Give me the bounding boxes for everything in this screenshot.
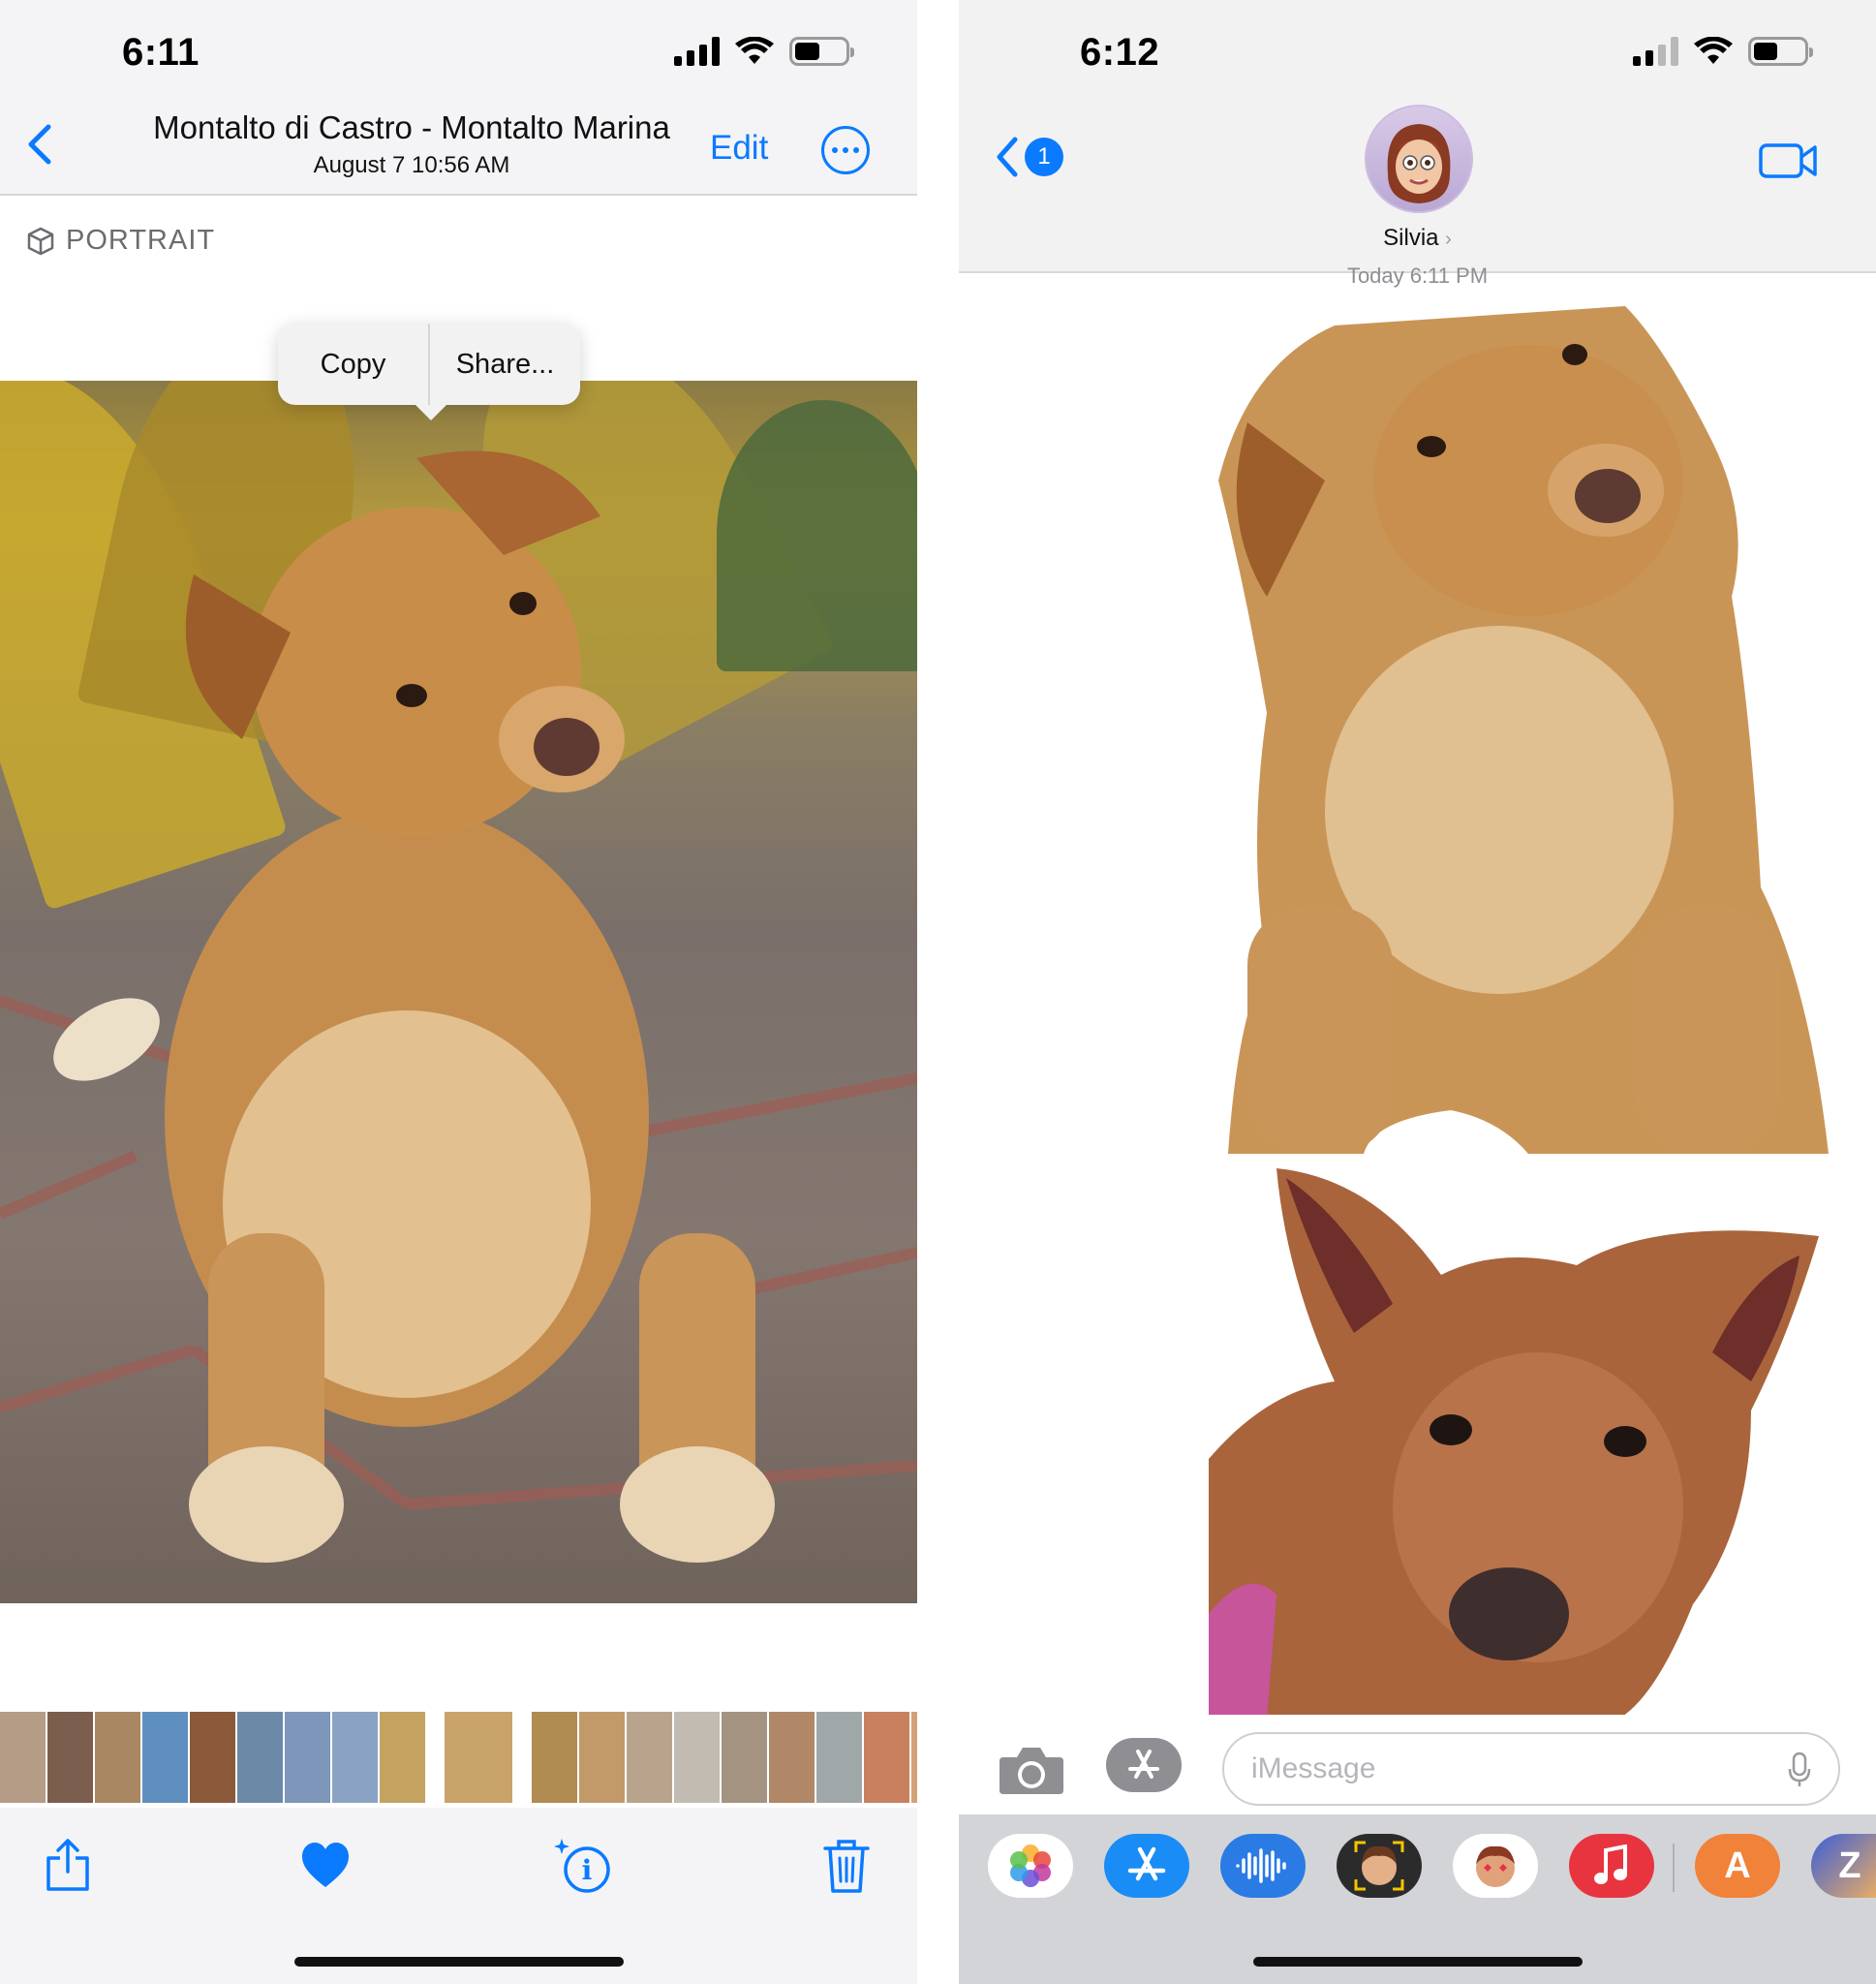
thumbnail[interactable] bbox=[627, 1712, 672, 1803]
dog-sticker-message-2[interactable] bbox=[1209, 1159, 1829, 1720]
thumbnail[interactable] bbox=[864, 1712, 909, 1803]
audio-message-icon[interactable] bbox=[1220, 1834, 1306, 1898]
cellular-signal-icon bbox=[674, 37, 720, 66]
memoji-stickers-icon[interactable] bbox=[1453, 1834, 1538, 1898]
photos-toolbar: i bbox=[0, 1808, 917, 1984]
photo-location: Montalto di Castro - Montalto Marina bbox=[153, 109, 670, 145]
message-composer bbox=[959, 1715, 1876, 1821]
messages-nav-bar: 6:12 1 Silvia › bbox=[959, 0, 1876, 273]
edit-button[interactable]: Edit bbox=[710, 129, 768, 168]
message-timestamp: Today 6:11 PM bbox=[1346, 264, 1489, 288]
music-app-icon[interactable] bbox=[1569, 1834, 1654, 1898]
photo-date: August 7 10:56 AM bbox=[313, 152, 510, 178]
home-indicator[interactable] bbox=[1252, 1957, 1583, 1967]
trash-icon[interactable] bbox=[819, 1837, 874, 1895]
thumbnail-selected[interactable] bbox=[445, 1712, 512, 1803]
back-button[interactable]: 1 bbox=[994, 136, 1063, 178]
share-icon[interactable] bbox=[41, 1837, 95, 1895]
back-chevron-icon[interactable] bbox=[25, 124, 54, 165]
camera-icon[interactable] bbox=[998, 1744, 1065, 1796]
home-indicator[interactable] bbox=[293, 1957, 624, 1967]
thumbnail[interactable] bbox=[816, 1712, 862, 1803]
thumbnail[interactable] bbox=[0, 1712, 46, 1803]
imessage-input[interactable] bbox=[1251, 1734, 1755, 1804]
thumbnail[interactable] bbox=[285, 1712, 330, 1803]
app-store-icon[interactable] bbox=[1104, 1834, 1189, 1898]
status-bar: 6:11 bbox=[0, 0, 917, 107]
copy-share-popover: Copy Share... bbox=[278, 324, 580, 420]
z-app-icon[interactable]: Z bbox=[1811, 1834, 1876, 1898]
portrait-label: PORTRAIT bbox=[66, 225, 216, 256]
wifi-icon bbox=[1694, 37, 1733, 64]
thumbnail[interactable] bbox=[142, 1712, 188, 1803]
photos-nav-bar: 6:11 Montalto di Castro - Montalto Marin… bbox=[0, 0, 917, 196]
more-options-icon[interactable] bbox=[821, 126, 870, 174]
thumbnail[interactable] bbox=[532, 1712, 577, 1803]
avatar[interactable] bbox=[1365, 105, 1473, 213]
status-time: 6:11 bbox=[122, 31, 200, 74]
copy-option[interactable]: Copy bbox=[278, 324, 428, 405]
thumbnail[interactable] bbox=[769, 1712, 815, 1803]
unread-count-badge: 1 bbox=[1025, 138, 1063, 176]
portrait-badge[interactable]: PORTRAIT bbox=[25, 225, 215, 257]
wifi-icon bbox=[735, 37, 774, 64]
thumbnail[interactable] bbox=[332, 1712, 378, 1803]
battery-icon bbox=[1748, 37, 1813, 66]
thumbnail[interactable] bbox=[579, 1712, 625, 1803]
imessage-field[interactable] bbox=[1222, 1732, 1840, 1806]
dog-photo[interactable] bbox=[0, 381, 917, 1603]
status-bar: 6:12 bbox=[959, 0, 1876, 107]
thumbnail-strip[interactable] bbox=[0, 1712, 917, 1803]
share-option[interactable]: Share... bbox=[428, 324, 580, 405]
back-chevron-icon bbox=[997, 137, 1018, 177]
thumbnail[interactable] bbox=[380, 1712, 425, 1803]
photo-title: Montalto di Castro - Montalto Marina Aug… bbox=[126, 109, 697, 179]
microphone-icon[interactable] bbox=[1788, 1752, 1811, 1788]
dog-sticker-image bbox=[1218, 306, 1829, 1154]
chevron-right-icon: › bbox=[1445, 229, 1452, 250]
memoji-app-icon[interactable] bbox=[1337, 1834, 1422, 1898]
imessage-app-drawer: A Z bbox=[959, 1814, 1876, 1984]
thumbnail[interactable] bbox=[722, 1712, 767, 1803]
heart-icon[interactable] bbox=[298, 1837, 353, 1895]
photos-app-icon[interactable] bbox=[988, 1834, 1073, 1898]
svg-text:i: i bbox=[582, 1854, 593, 1886]
dog-sticker-message[interactable] bbox=[1209, 306, 1829, 1154]
memoji-avatar-icon bbox=[1387, 124, 1451, 203]
messages-screen: 6:12 1 Silvia › Today 6:11 PM iMessage A… bbox=[959, 0, 1876, 1984]
thumbnail[interactable] bbox=[674, 1712, 720, 1803]
dog-subject bbox=[53, 450, 775, 1563]
thumbnail[interactable] bbox=[190, 1712, 235, 1803]
a-app-icon[interactable]: A bbox=[1695, 1834, 1780, 1898]
contact-name[interactable]: Silvia › bbox=[959, 225, 1876, 252]
thumbnail[interactable] bbox=[47, 1712, 93, 1803]
dog-sticker-image bbox=[1209, 1168, 1819, 1720]
photos-screen: 6:11 Montalto di Castro - Montalto Marin… bbox=[0, 0, 917, 1984]
app-store-apps-icon[interactable] bbox=[1106, 1738, 1182, 1792]
info-sparkle-icon[interactable]: i bbox=[552, 1837, 614, 1895]
facetime-video-icon[interactable] bbox=[1759, 141, 1819, 180]
cellular-signal-icon bbox=[1633, 37, 1678, 66]
status-time: 6:12 bbox=[1080, 31, 1160, 74]
battery-icon bbox=[789, 37, 854, 66]
thumbnail[interactable] bbox=[95, 1712, 140, 1803]
cube-icon bbox=[27, 227, 54, 255]
thumbnail[interactable] bbox=[237, 1712, 283, 1803]
